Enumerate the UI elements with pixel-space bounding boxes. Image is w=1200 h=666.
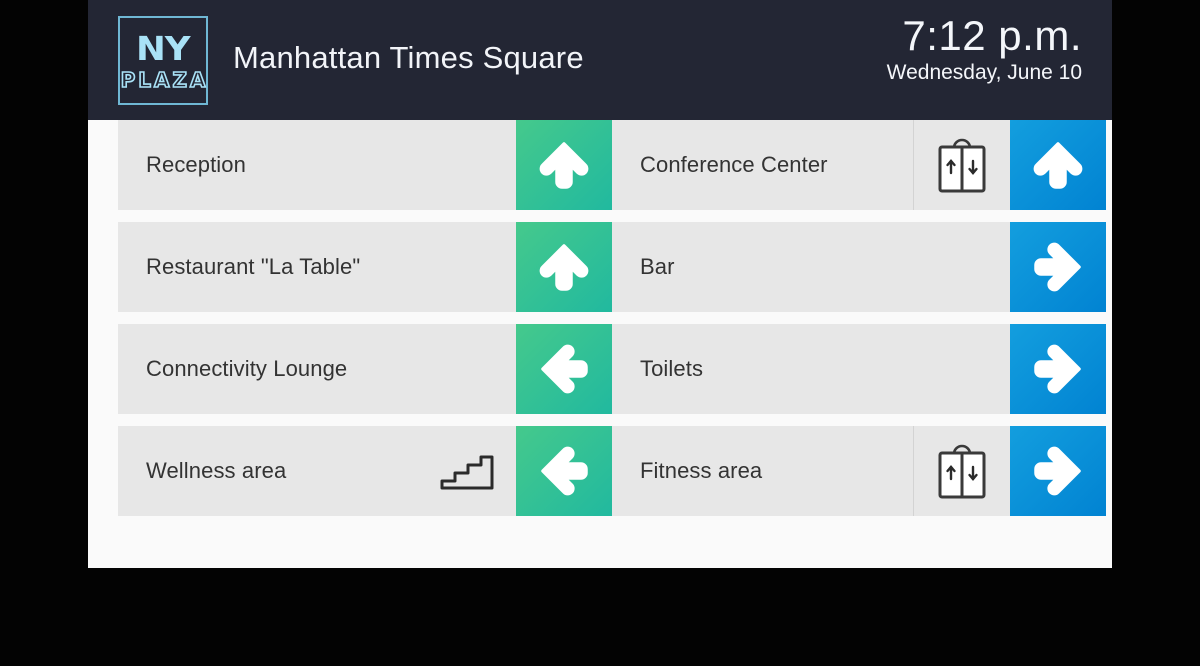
direction-arrow-left-icon: [516, 426, 612, 516]
directory-board: Reception Restaurant "La Table" Connecti…: [88, 120, 1112, 568]
destination-label: Restaurant "La Table": [146, 254, 361, 279]
elevator-icon: [913, 426, 1010, 516]
directory-row: Fitness area: [612, 426, 1106, 516]
destination-label: Connectivity Lounge: [146, 356, 348, 381]
directory-row: Restaurant "La Table": [118, 222, 612, 312]
destination-label: Bar: [640, 254, 675, 279]
destination-label: Toilets: [640, 356, 704, 381]
row-label-area: Restaurant "La Table": [118, 222, 516, 312]
row-label-area: Wellness area: [118, 426, 420, 516]
destination-label: Conference Center: [640, 152, 828, 177]
digital-signage-display: NY PLAZA Manhattan Times Square 7:12 p.m…: [88, 0, 1112, 568]
clock-time: 7:12 p.m.: [902, 12, 1082, 59]
directory-row: Wellness area: [118, 426, 612, 516]
row-label-area: Toilets: [612, 324, 1010, 414]
direction-arrow-left-icon: [516, 324, 612, 414]
logo-line-ny: NY: [136, 28, 191, 68]
screen-background: NY PLAZA Manhattan Times Square 7:12 p.m…: [0, 0, 1200, 666]
logo-line-plaza: PLAZA: [120, 67, 209, 92]
direction-arrow-up-icon: [1010, 120, 1106, 210]
directory-row: Bar: [612, 222, 1106, 312]
ny-plaza-logo: NY PLAZA: [118, 16, 208, 105]
elevator-icon: [913, 120, 1010, 210]
row-label-area: Conference Center: [612, 120, 913, 210]
direction-arrow-right-icon: [1010, 222, 1106, 312]
row-label-area: Connectivity Lounge: [118, 324, 516, 414]
directory-column-right: Conference Center Bar Toilets Fitness ar…: [612, 120, 1106, 528]
destination-label: Fitness area: [640, 458, 763, 483]
direction-arrow-right-icon: [1010, 324, 1106, 414]
direction-arrow-up-icon: [516, 120, 612, 210]
row-label-area: Reception: [118, 120, 516, 210]
destination-label: Wellness area: [146, 458, 287, 483]
stairs-icon: [420, 426, 516, 516]
row-label-area: Bar: [612, 222, 1010, 312]
clock-date: Wednesday, June 10: [886, 61, 1082, 85]
directory-column-left: Reception Restaurant "La Table" Connecti…: [118, 120, 612, 528]
signage-header: NY PLAZA Manhattan Times Square 7:12 p.m…: [88, 0, 1112, 120]
directory-row: Conference Center: [612, 120, 1106, 210]
directory-row: Reception: [118, 120, 612, 210]
directory-row: Connectivity Lounge: [118, 324, 612, 414]
clock: 7:12 p.m. Wednesday, June 10: [886, 12, 1082, 85]
destination-label: Reception: [146, 152, 246, 177]
page-title: Manhattan Times Square: [233, 40, 584, 75]
directory-row: Toilets: [612, 324, 1106, 414]
direction-arrow-up-icon: [516, 222, 612, 312]
row-label-area: Fitness area: [612, 426, 913, 516]
direction-arrow-right-icon: [1010, 426, 1106, 516]
